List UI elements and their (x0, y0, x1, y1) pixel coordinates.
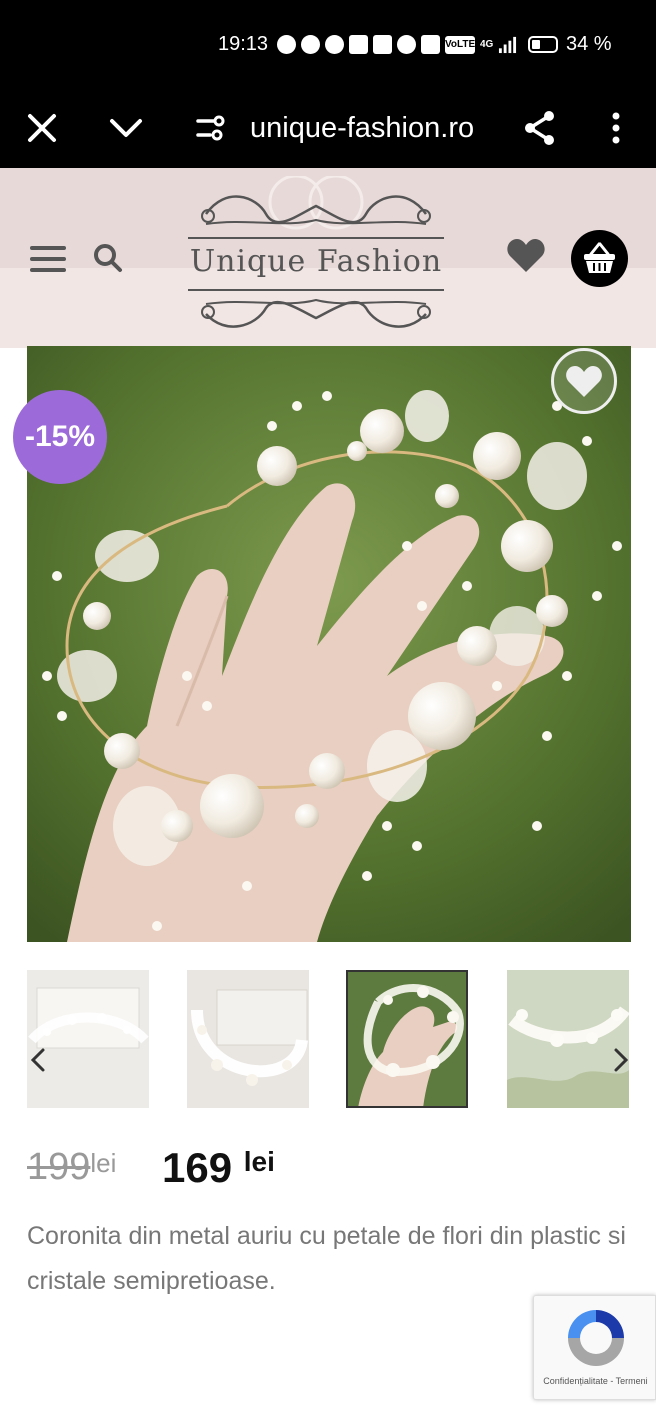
emag-icon (349, 35, 368, 54)
hamburger-menu-icon[interactable] (30, 246, 66, 272)
product-photo (27, 346, 631, 942)
vibrate-icon (421, 35, 440, 54)
site-header: Unique Fashion (0, 168, 656, 348)
chevron-down-icon[interactable] (104, 106, 148, 150)
add-to-wishlist-button[interactable] (551, 348, 617, 414)
thumbnail-gallery (27, 970, 631, 1108)
thumbnail-next-icon[interactable] (608, 1040, 632, 1080)
sale-price: 169 lei (162, 1144, 275, 1192)
thumbnail-photo (187, 970, 309, 1108)
sale-price-currency: lei (243, 1146, 275, 1177)
signal-icon (499, 36, 517, 54)
thumbnail-3-selected[interactable] (346, 970, 468, 1108)
volte-icon: VoLTE (445, 35, 475, 54)
cart-button[interactable] (571, 230, 628, 287)
old-price-value: 199 (27, 1146, 91, 1188)
thumbnail-photo (348, 972, 466, 1106)
product-description: Coronita din metal auriu cu petale de fl… (27, 1222, 626, 1295)
network-type-icon: 4G (480, 39, 494, 50)
logo-text: Unique Fashion (189, 244, 443, 279)
alarm-icon (397, 35, 416, 54)
share-icon[interactable] (518, 106, 562, 150)
status-icons: VoLTE 4G (277, 35, 517, 54)
url-bar[interactable]: unique-fashion.ro (250, 106, 474, 150)
browser-toolbar: unique-fashion.ro (0, 88, 656, 168)
old-price-currency: lei (90, 1148, 117, 1178)
nfc-icon (373, 35, 392, 54)
battery-icon (528, 36, 558, 53)
more-options-icon[interactable] (594, 106, 638, 150)
thumbnail-prev-icon[interactable] (27, 1040, 51, 1080)
battery-level: 34 % (566, 33, 612, 55)
old-price: 199lei (27, 1146, 116, 1189)
thumbnail-1[interactable] (27, 970, 149, 1108)
thumbnail-photo (27, 970, 149, 1108)
site-logo[interactable]: Unique Fashion (186, 174, 446, 340)
wishlist-heart-icon[interactable] (506, 238, 546, 274)
close-icon[interactable] (20, 106, 64, 150)
product-image[interactable] (27, 346, 631, 942)
sale-price-value: 169 (162, 1144, 233, 1191)
search-icon[interactable] (92, 242, 124, 274)
status-time: 19:13 (218, 33, 269, 55)
site-settings-icon[interactable] (188, 106, 232, 150)
recaptcha-links[interactable]: Confidențialitate - Termeni (534, 1376, 656, 1386)
recaptcha-badge[interactable]: Confidențialitate - Termeni (533, 1295, 656, 1400)
heart-icon (566, 366, 602, 397)
thumbnail-2[interactable] (187, 970, 309, 1108)
facebook-icon-2 (325, 35, 344, 54)
thumbnail-photo (507, 970, 629, 1108)
recaptcha-icon (568, 1310, 624, 1366)
facebook-icon (301, 35, 320, 54)
thumbnail-4[interactable] (507, 970, 629, 1108)
basket-icon (584, 242, 615, 273)
status-bar: 19:13 VoLTE 4G 34 % (0, 0, 656, 88)
discount-badge: -15% (13, 390, 107, 484)
messenger-icon (277, 35, 296, 54)
